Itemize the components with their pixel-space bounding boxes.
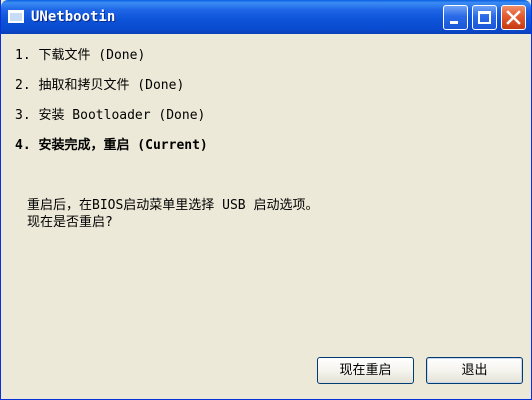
- step-label: 安装 Bootloader (Done): [38, 108, 206, 123]
- close-icon: [506, 10, 521, 25]
- step-label: 安装完成，重启 (Current): [38, 138, 208, 153]
- minimize-button[interactable]: [443, 5, 468, 30]
- window-title: UNetbootin: [31, 9, 116, 25]
- step-item-extract: 2. 抽取和拷贝文件 (Done): [15, 76, 208, 106]
- reboot-instruction-text: 重启后，在BIOS启动菜单里选择 USB 启动选项。: [27, 198, 319, 213]
- step-number: 3.: [15, 108, 31, 123]
- maximize-icon: [478, 11, 491, 24]
- unetbootin-window: UNetbootin 1. 下载文件 (Done) 2. 抽取和拷贝文件 (Do…: [0, 0, 532, 400]
- exit-button[interactable]: 退出: [426, 357, 523, 384]
- step-label: 抽取和拷贝文件 (Done): [38, 78, 185, 93]
- step-label: 下载文件 (Done): [38, 48, 146, 63]
- step-item-bootloader: 3. 安装 Bootloader (Done): [15, 106, 208, 136]
- minimize-icon: [450, 21, 458, 24]
- reboot-now-button[interactable]: 现在重启: [317, 357, 414, 384]
- step-number: 1.: [15, 48, 31, 63]
- maximize-button[interactable]: [472, 5, 497, 30]
- reboot-message: 重启后，在BIOS启动菜单里选择 USB 启动选项。 现在是否重启?: [27, 197, 318, 231]
- close-button[interactable]: [501, 5, 526, 30]
- reboot-question-text: 现在是否重启?: [27, 215, 113, 230]
- step-item-complete-current: 4. 安装完成，重启 (Current): [15, 136, 208, 166]
- progress-steps-list: 1. 下载文件 (Done) 2. 抽取和拷贝文件 (Done) 3. 安装 B…: [15, 46, 208, 166]
- title-bar[interactable]: UNetbootin: [1, 0, 531, 34]
- step-item-download: 1. 下载文件 (Done): [15, 46, 208, 76]
- step-number: 2.: [15, 78, 31, 93]
- step-number: 4.: [15, 138, 31, 153]
- app-window-icon: [8, 10, 24, 23]
